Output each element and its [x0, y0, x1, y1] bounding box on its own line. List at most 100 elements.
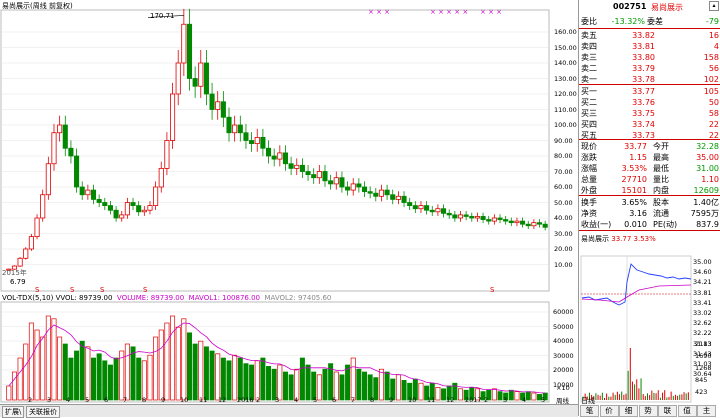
candle-body	[492, 218, 496, 221]
volume-bar	[515, 392, 519, 400]
quote-tab[interactable]: 细	[619, 405, 638, 417]
volume-bar	[204, 347, 208, 400]
fundamental-row: 换手 3.65% 股本 1.40亿	[581, 197, 719, 208]
bid-row[interactable]: 买四 33.74 22	[581, 119, 719, 130]
candle-body	[131, 203, 135, 206]
volume-bar	[182, 319, 186, 400]
ask-row[interactable]: 卖二 33.79 56	[581, 63, 719, 74]
vol-indicator-name[interactable]: VOL-TDX(5,10)	[2, 294, 53, 302]
quote-tab[interactable]: 价	[600, 405, 619, 417]
volume-bar	[351, 358, 355, 400]
price-tick: 100.00	[554, 121, 577, 129]
volume-bar	[362, 372, 366, 400]
intraday-volume-tick: 1268	[695, 364, 712, 372]
time-tick: 5	[85, 396, 89, 404]
volume-bar	[233, 355, 237, 400]
candle-body	[35, 218, 39, 237]
time-tick: 2017	[465, 396, 482, 404]
volume-bar	[216, 354, 220, 400]
kline-chart[interactable]	[0, 0, 578, 404]
ask-row[interactable]: 卖五 33.82 16	[581, 30, 719, 41]
candle-body	[142, 210, 146, 212]
price-tick: 80.00	[554, 152, 573, 160]
volume-bar	[165, 323, 169, 400]
volume-tick: 60000	[553, 308, 574, 316]
volume-bar	[86, 347, 90, 400]
quote-tab[interactable]: 势	[639, 405, 658, 417]
time-tick: 2	[28, 396, 32, 404]
candle-body	[289, 164, 293, 169]
volume-bar	[187, 333, 191, 400]
peak-label: 170.71	[150, 12, 175, 20]
volume-bar	[396, 375, 400, 400]
time-tick: 3	[503, 396, 507, 404]
mavol1-value: MAVOL1: 100876.00	[189, 294, 260, 302]
volume-bar	[266, 366, 270, 400]
scroll-arrow-icon[interactable]: ▴	[709, 1, 719, 11]
quote-tab[interactable]: 联	[658, 405, 677, 417]
bid-row[interactable]: 买三 33.75 58	[581, 108, 719, 119]
price-tick: 70.00	[554, 168, 573, 176]
stock-name[interactable]: 易尚展示	[651, 2, 683, 13]
candle-body	[458, 215, 462, 218]
candle-body	[385, 190, 389, 195]
event-markers[interactable]: × × ×	[480, 8, 502, 16]
candle-body	[312, 175, 316, 178]
ask-row[interactable]: 卖四 33.81 4	[581, 41, 719, 52]
volume-bar	[526, 392, 530, 400]
time-tick: 9	[389, 396, 393, 404]
fundamental-row: 净资 3.16 流通 7595万	[581, 208, 719, 219]
volume-bar	[12, 372, 16, 400]
volume-bar	[170, 316, 174, 400]
volume-bar	[74, 351, 78, 400]
bid-row[interactable]: 买一 33.77 105	[581, 86, 719, 97]
candle-body	[221, 102, 225, 118]
volume-bar	[193, 344, 197, 400]
candle-body	[29, 237, 33, 249]
weibi-row: 委比 -13.32% 委差 -79	[581, 16, 719, 27]
volume-bar	[323, 369, 327, 400]
volume-bar	[498, 392, 502, 400]
intraday-price-tick: 35.00	[693, 258, 712, 266]
candle-body	[374, 193, 378, 196]
quote-tab[interactable]: 笔	[580, 405, 599, 417]
candle-body	[481, 216, 485, 219]
candle-body	[125, 203, 129, 215]
quote-tab[interactable]: 主	[697, 405, 716, 417]
volume-bar	[278, 365, 282, 400]
time-tick: 7	[351, 396, 355, 404]
candle-body	[362, 187, 366, 192]
candle-body	[334, 178, 338, 184]
time-tick: 10	[180, 396, 188, 404]
volume-bar	[52, 319, 56, 400]
volume-bar	[227, 361, 231, 400]
candle-body	[238, 125, 242, 133]
tab-related-quotes[interactable]: 关联报价	[26, 406, 60, 418]
stock-code: 002751	[613, 2, 646, 11]
volume-bar	[374, 378, 378, 400]
ask-row[interactable]: 卖三 33.80 158	[581, 52, 719, 63]
candle-body	[537, 223, 541, 225]
candle-body	[526, 224, 530, 226]
quote-tab[interactable]: 值	[678, 405, 697, 417]
candle-body	[351, 184, 355, 190]
candle-body	[148, 206, 152, 211]
volume-bar	[24, 344, 28, 400]
candle-body	[80, 187, 84, 195]
volume-bar	[142, 361, 146, 400]
volume-bar	[300, 358, 304, 400]
intraday-price-tick: 34.60	[693, 268, 712, 276]
price-tick: 120.00	[554, 90, 577, 98]
candle-body	[69, 148, 73, 156]
volume-bar	[114, 358, 118, 400]
candle-body	[300, 165, 304, 171]
intraday-volume-tick: 423	[695, 388, 707, 396]
event-markers[interactable]: × × × × ×	[430, 8, 468, 16]
candle-body	[193, 79, 197, 87]
tab-extend[interactable]: 扩展\	[2, 406, 24, 418]
candle-body	[210, 94, 214, 110]
candle-body	[487, 220, 491, 222]
volume-bar	[7, 386, 11, 400]
bid-row[interactable]: 买二 33.76 50	[581, 97, 719, 108]
event-markers[interactable]: × × ×	[368, 8, 390, 16]
